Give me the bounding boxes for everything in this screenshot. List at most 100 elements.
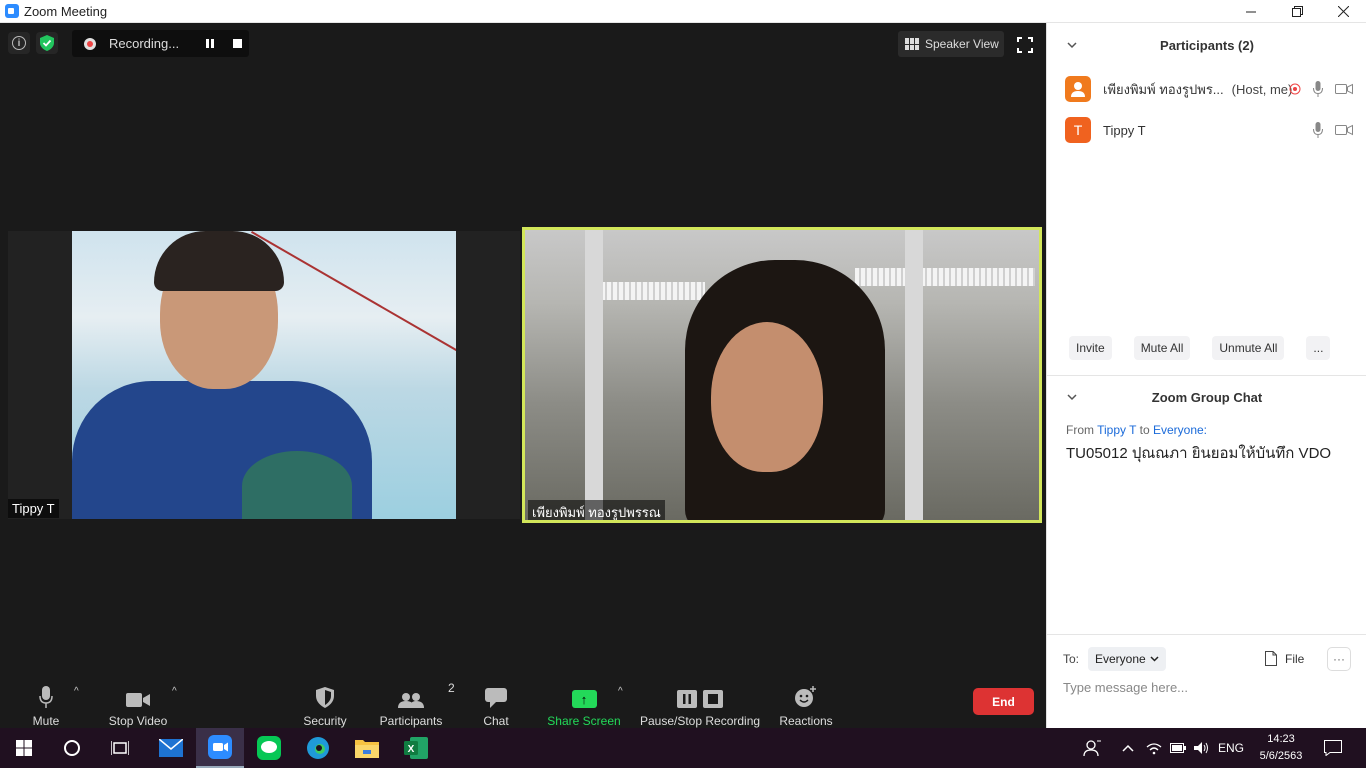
video-tile-active-speaker[interactable]: เพียงพิมพ์ ทองรูปพรรณ bbox=[522, 227, 1042, 523]
video-options-caret-icon[interactable]: ^ bbox=[172, 686, 177, 697]
pause-recording-button[interactable] bbox=[206, 39, 214, 48]
chat-recipient[interactable]: Everyone: bbox=[1153, 423, 1207, 437]
participants-title: Participants (2) bbox=[1160, 37, 1254, 53]
edge-browser-icon bbox=[307, 737, 329, 759]
clock-date: 5/6/2563 bbox=[1259, 750, 1303, 762]
microphone-icon[interactable] bbox=[1313, 122, 1323, 138]
participants-label: Participants bbox=[379, 714, 443, 728]
security-label: Security bbox=[303, 714, 347, 728]
encryption-button[interactable] bbox=[36, 32, 58, 54]
taskbar-clock[interactable]: 14:23 5/6/2563 bbox=[1258, 731, 1304, 765]
restore-button[interactable] bbox=[1274, 0, 1320, 23]
stop-video-button[interactable]: Stop Video bbox=[104, 656, 172, 728]
chat-button[interactable]: Chat bbox=[478, 656, 514, 728]
participants-button[interactable]: 2 Participants bbox=[376, 656, 455, 728]
taskbar-line[interactable] bbox=[245, 728, 293, 768]
collapse-chat-chevron-icon[interactable] bbox=[1067, 392, 1077, 402]
meeting-info-button[interactable]: i bbox=[8, 32, 30, 54]
taskbar-mail[interactable] bbox=[147, 728, 195, 768]
chat-from-prefix: From bbox=[1066, 423, 1094, 437]
microphone-icon[interactable] bbox=[1313, 81, 1323, 97]
folder-icon bbox=[355, 740, 379, 758]
reactions-button[interactable]: Reactions bbox=[776, 656, 836, 728]
video-feed-tippy bbox=[72, 231, 456, 519]
speaker-view-button[interactable]: Speaker View bbox=[898, 31, 1004, 57]
default-avatar-icon bbox=[1071, 82, 1085, 97]
security-button[interactable]: Security bbox=[300, 656, 350, 728]
shirt-logo bbox=[242, 451, 352, 519]
video-camera-icon[interactable] bbox=[1335, 83, 1353, 95]
mute-all-button[interactable]: Mute All bbox=[1133, 336, 1191, 360]
chevron-up-icon bbox=[1122, 744, 1134, 752]
taskbar-file-explorer[interactable] bbox=[343, 728, 391, 768]
pause-icon bbox=[677, 690, 697, 708]
stop-icon bbox=[703, 690, 723, 708]
share-options-caret-icon[interactable]: ^ bbox=[618, 686, 623, 697]
minimize-button[interactable] bbox=[1228, 0, 1274, 23]
chat-bubble-icon bbox=[485, 688, 507, 708]
start-button[interactable] bbox=[0, 728, 48, 768]
search-button[interactable] bbox=[48, 728, 96, 768]
unmute-all-button[interactable]: Unmute All bbox=[1212, 336, 1285, 360]
invite-button[interactable]: Invite bbox=[1069, 336, 1112, 360]
audio-options-caret-icon[interactable]: ^ bbox=[74, 686, 79, 697]
office-partition bbox=[905, 230, 923, 520]
end-meeting-button[interactable]: End bbox=[973, 688, 1034, 715]
windows-taskbar: X ENG 14:23 5/6/2563 bbox=[0, 728, 1366, 768]
recipient-select[interactable]: Everyone bbox=[1088, 647, 1166, 671]
people-button[interactable] bbox=[1070, 728, 1114, 768]
chat-more-button[interactable]: ··· bbox=[1327, 647, 1351, 671]
battery-icon bbox=[1170, 743, 1186, 753]
stop-recording-button[interactable] bbox=[233, 39, 242, 48]
chevron-down-icon bbox=[1150, 656, 1159, 662]
action-center-button[interactable] bbox=[1310, 728, 1356, 768]
language-button[interactable]: ENG bbox=[1214, 728, 1248, 768]
share-screen-label: Share Screen bbox=[547, 714, 621, 728]
chat-label: Chat bbox=[483, 714, 509, 728]
meeting-area: i Recording... Speaker View Tippy T เพีย… bbox=[0, 23, 1046, 728]
chat-sender[interactable]: Tippy T bbox=[1097, 423, 1136, 437]
file-button[interactable]: File bbox=[1265, 651, 1304, 666]
participant-row-tippy[interactable]: T Tippy T bbox=[1047, 110, 1366, 150]
svg-text:X: X bbox=[408, 744, 415, 755]
participants-actions: Invite Mute All Unmute All ... bbox=[1047, 336, 1366, 360]
battery-button[interactable] bbox=[1166, 728, 1190, 768]
mail-icon bbox=[159, 739, 183, 757]
participant-1-name-tag: Tippy T bbox=[8, 499, 59, 518]
office-partition bbox=[585, 230, 603, 520]
participant-status-icons bbox=[1289, 81, 1353, 97]
participants-panel-header: Participants (2) bbox=[1047, 23, 1366, 67]
taskbar-zoom[interactable] bbox=[196, 728, 244, 768]
meeting-toolbar: Mute ^ Stop Video ^ Security 2 Participa… bbox=[0, 656, 1046, 728]
video-camera-icon[interactable] bbox=[1335, 124, 1353, 136]
taskbar-edge[interactable] bbox=[294, 728, 342, 768]
chat-message-input[interactable] bbox=[1063, 675, 1353, 699]
chat-message-header: From Tippy T to Everyone: bbox=[1066, 423, 1207, 437]
more-options-button[interactable]: ... bbox=[1306, 336, 1331, 360]
network-button[interactable] bbox=[1142, 728, 1166, 768]
participant-status-icons bbox=[1313, 122, 1353, 138]
volume-button[interactable] bbox=[1190, 728, 1214, 768]
smiley-plus-icon bbox=[795, 686, 816, 707]
taskbar-excel[interactable]: X bbox=[392, 728, 440, 768]
chat-message-text: TU05012 ปุณณภา ยินยอมให้บันทึก VDO bbox=[1066, 445, 1332, 462]
chat-panel-header: Zoom Group Chat bbox=[1047, 379, 1366, 415]
close-button[interactable] bbox=[1320, 0, 1366, 23]
fullscreen-icon[interactable] bbox=[1017, 37, 1033, 53]
notifications-icon bbox=[1324, 740, 1342, 756]
share-screen-button[interactable]: ↑ Share Screen bbox=[546, 656, 622, 728]
mute-button[interactable]: Mute bbox=[26, 656, 66, 728]
recording-status-icon bbox=[1289, 83, 1301, 95]
collapse-participants-chevron-icon[interactable] bbox=[1067, 40, 1077, 50]
file-icon bbox=[1265, 651, 1277, 666]
chat-compose-area: To: Everyone File ··· bbox=[1047, 634, 1366, 728]
show-hidden-icons-button[interactable] bbox=[1116, 728, 1140, 768]
ceiling-light bbox=[595, 282, 705, 300]
microphone-icon bbox=[39, 686, 53, 708]
pause-stop-recording-button[interactable]: Pause/Stop Recording bbox=[640, 656, 760, 728]
participant-row-host[interactable]: เพียงพิมพ์ ทองรูปพร... (Host, me) bbox=[1047, 69, 1366, 109]
title-bar: Zoom Meeting bbox=[0, 0, 1366, 23]
excel-icon: X bbox=[404, 737, 428, 759]
task-view-button[interactable] bbox=[96, 728, 144, 768]
participant-name: Tippy T bbox=[1103, 122, 1146, 138]
